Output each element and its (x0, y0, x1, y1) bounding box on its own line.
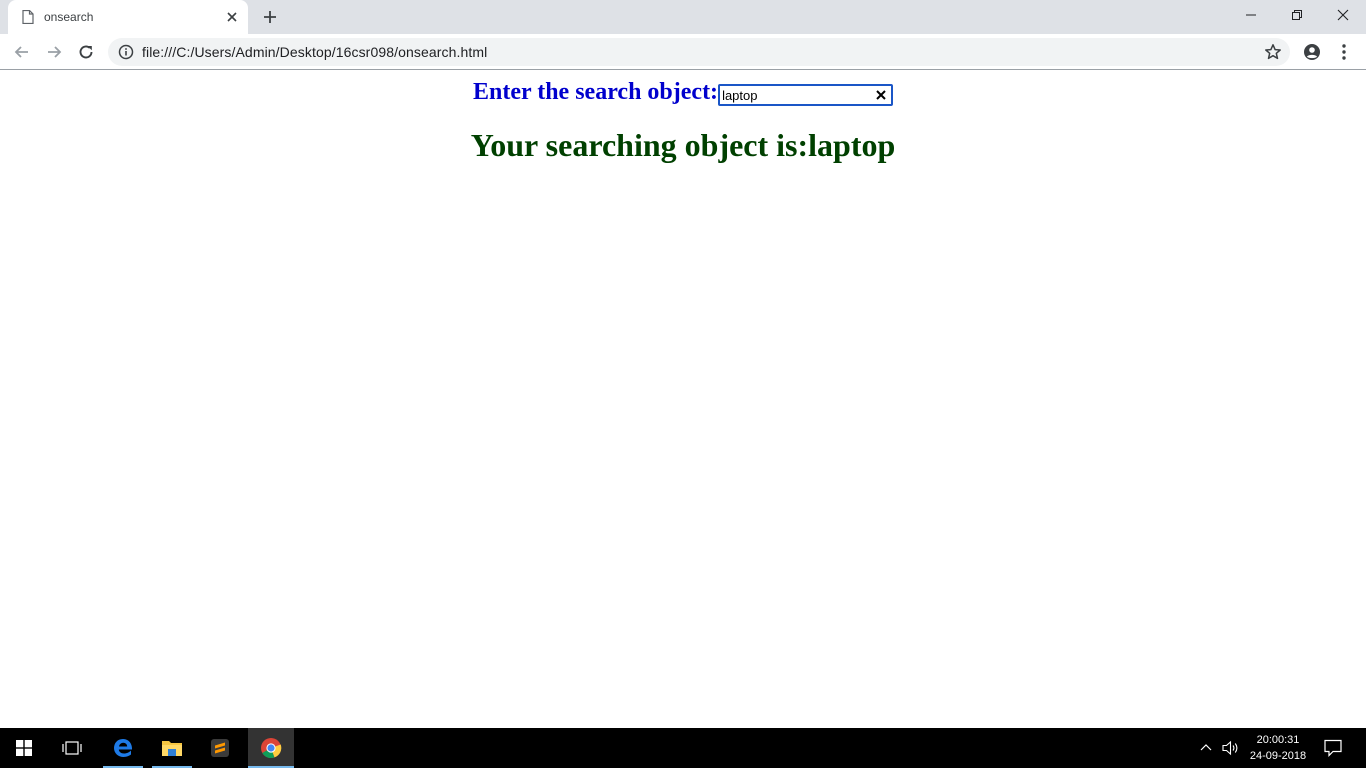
search-field[interactable] (718, 84, 894, 106)
tab-title: onsearch (44, 10, 94, 24)
start-button[interactable] (4, 728, 44, 768)
taskbar-file-explorer[interactable] (152, 728, 192, 768)
new-tab-icon[interactable] (262, 9, 278, 25)
minimize-icon (1246, 14, 1256, 16)
search-row: Enter the search object: (473, 79, 894, 106)
info-icon[interactable] (118, 44, 134, 60)
menu-icon[interactable] (1334, 42, 1354, 62)
volume-icon[interactable] (1222, 740, 1240, 756)
task-view-button[interactable] (52, 728, 92, 768)
task-view-icon (62, 741, 82, 755)
search-result-heading: Your searching object is:laptop (470, 127, 896, 163)
folder-icon (162, 741, 182, 756)
search-input[interactable] (722, 87, 873, 103)
restore-icon (1292, 10, 1302, 20)
forward-icon[interactable] (44, 42, 64, 62)
bookmark-star-icon[interactable] (1264, 43, 1282, 61)
action-center-icon[interactable] (1324, 739, 1342, 757)
page-content: Enter the search object: Your searching … (0, 71, 1366, 728)
taskbar-edge[interactable] (103, 728, 143, 768)
close-icon (1337, 9, 1349, 21)
clock-date: 24-09-2018 (1249, 750, 1307, 762)
show-hidden-icons-icon[interactable] (1200, 742, 1212, 752)
edge-icon (114, 739, 133, 757)
windows-logo-icon (16, 740, 32, 756)
chrome-icon (261, 738, 282, 759)
taskbar: 20:00:31 24-09-2018 (0, 728, 1366, 768)
close-tab-icon[interactable] (224, 9, 240, 25)
minimize-button[interactable] (1228, 0, 1274, 30)
clock[interactable]: 20:00:31 24-09-2018 (1248, 732, 1308, 764)
restore-button[interactable] (1274, 0, 1320, 30)
reload-icon[interactable] (76, 42, 96, 62)
clear-search-icon[interactable] (875, 89, 887, 101)
url-text: file:///C:/Users/Admin/Desktop/16csr098/… (142, 44, 488, 60)
clock-time: 20:00:31 (1256, 734, 1300, 746)
tab-strip: onsearch (0, 0, 1366, 34)
profile-icon[interactable] (1302, 42, 1322, 62)
browser-tab[interactable]: onsearch (8, 0, 248, 34)
document-icon (22, 10, 34, 24)
address-bar[interactable]: file:///C:/Users/Admin/Desktop/16csr098/… (108, 38, 1290, 66)
browser-toolbar: file:///C:/Users/Admin/Desktop/16csr098/… (0, 34, 1366, 70)
taskbar-chrome[interactable] (248, 728, 294, 768)
search-label: Enter the search object: (473, 79, 719, 105)
close-window-button[interactable] (1320, 0, 1366, 30)
taskbar-sublime-text[interactable] (200, 728, 240, 768)
back-icon[interactable] (12, 42, 32, 62)
sublime-text-icon (211, 739, 229, 757)
